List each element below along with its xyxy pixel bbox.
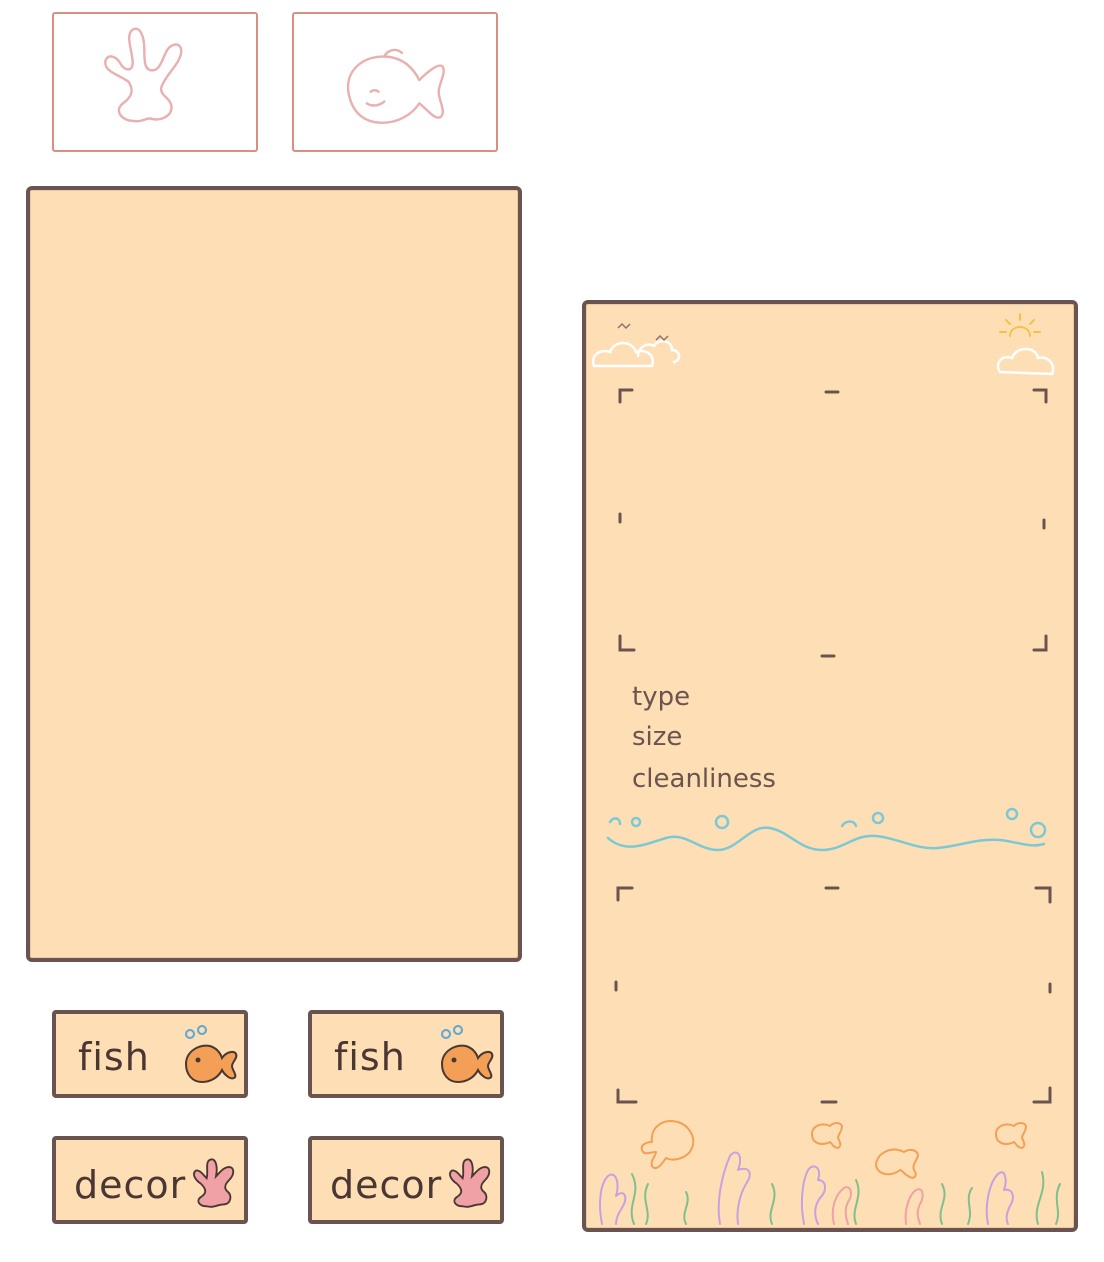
tab-coral[interactable] — [52, 12, 258, 152]
sun-icon — [999, 313, 1041, 337]
tab-fish[interactable] — [292, 12, 498, 152]
fish-button[interactable]: fish — [52, 1010, 248, 1098]
info-panel: type size cleanliness — [582, 300, 1078, 1232]
upper-slot-frame — [618, 388, 1048, 658]
stat-size-label: size — [632, 722, 683, 752]
bird-icon — [617, 322, 669, 342]
cloud-icon — [591, 339, 681, 368]
water-wave — [606, 807, 1047, 852]
fish-button-alt[interactable]: fish — [308, 1010, 504, 1098]
fish-button-label: fish — [78, 1035, 150, 1079]
decor-button-label: decor — [330, 1163, 443, 1207]
decor-button-label: decor — [74, 1163, 187, 1207]
fish-icon — [640, 1120, 1027, 1179]
coral-icon — [449, 1158, 491, 1208]
lower-slot-frame — [614, 886, 1052, 1104]
coral-icon — [831, 1186, 924, 1225]
fish-button-label: fish — [334, 1035, 406, 1079]
coral-icon — [104, 27, 183, 123]
fish-icon — [440, 1025, 494, 1084]
stat-cleanliness-label: cleanliness — [632, 764, 776, 794]
decor-button[interactable]: decor — [52, 1136, 248, 1224]
fish-icon — [184, 1025, 238, 1084]
decor-button-alt[interactable]: decor — [308, 1136, 504, 1224]
fish-icon — [346, 48, 445, 125]
stat-type-label: type — [632, 682, 691, 712]
cloud-icon — [996, 347, 1055, 376]
main-display-panel — [26, 186, 522, 962]
coral-icon — [193, 1158, 235, 1208]
